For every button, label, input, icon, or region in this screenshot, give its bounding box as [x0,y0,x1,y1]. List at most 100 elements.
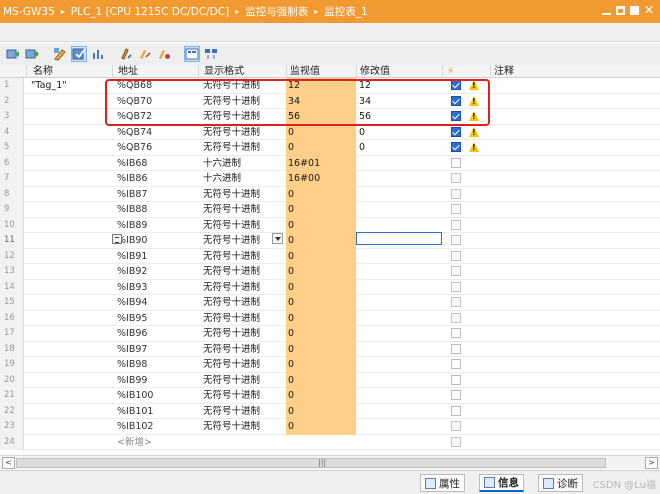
tag-name-cell[interactable] [26,357,110,373]
comment-cell[interactable] [490,404,660,420]
display-format-cell[interactable]: 无符号十进制 [201,218,285,234]
comment-cell[interactable] [490,202,660,218]
modify-value-cell[interactable] [356,218,442,234]
monitor-all-icon[interactable] [5,46,21,62]
table-row[interactable]: 9 %IB88 无符号十进制 0 [0,202,660,218]
display-format-cell[interactable]: 无符号十进制 [201,404,285,420]
modify-value-cell[interactable] [356,249,442,265]
address-cell[interactable]: %IB99 [117,373,198,389]
comment-cell[interactable] [490,249,660,265]
address-cell[interactable]: %IB94 [117,295,198,311]
comment-cell[interactable] [490,140,660,156]
modify-value-cell[interactable] [356,187,442,203]
modify-value-cell[interactable] [356,435,442,451]
table-row[interactable]: 8 %IB87 无符号十进制 0 [0,186,660,203]
display-format-cell[interactable]: 无符号十进制 [201,280,285,296]
table-row[interactable]: 1 "Tag_1" %QB68 无符号十进制 12 12 [0,78,660,94]
tag-name-cell[interactable] [26,419,110,435]
address-cell[interactable]: %IB100 [117,388,198,404]
tag-name-cell[interactable] [26,233,110,249]
display-format-cell[interactable]: 无符号十进制 [201,94,285,110]
display-format-cell[interactable]: 无符号十进制 [201,388,285,404]
modify-value-cell[interactable] [356,232,442,245]
modify-value-cell[interactable] [356,326,442,342]
comment-cell[interactable] [490,326,660,342]
address-cell[interactable]: <新增> [117,435,198,451]
tag-name-cell[interactable] [26,295,110,311]
table-row[interactable]: 18 %IB97 无符号十进制 0 [0,341,660,358]
modify-value-cell[interactable]: 56 [356,109,442,125]
modify-checkbox[interactable] [451,266,461,277]
force-icon[interactable] [156,46,172,62]
comment-cell[interactable] [490,187,660,203]
comment-cell[interactable] [490,388,660,404]
modify-value-cell[interactable]: 0 [356,125,442,141]
display-format-cell[interactable]: 无符号十进制 [201,419,285,435]
modify-checkbox[interactable] [451,281,461,292]
address-cell[interactable]: %IB96 [117,326,198,342]
display-format-cell[interactable]: 无符号十进制 [201,140,285,156]
table-row[interactable]: 15 %IB94 无符号十进制 0 [0,295,660,311]
display-format-cell[interactable]: 无符号十进制 [201,373,285,389]
comment-cell[interactable] [490,357,660,373]
modify-checkbox[interactable] [451,80,461,91]
comment-cell[interactable] [490,342,660,358]
comment-cell[interactable] [490,295,660,311]
modify-value-cell[interactable]: 34 [356,94,442,110]
table-row[interactable]: 20 %IB99 无符号十进制 0 [0,372,660,389]
address-cell[interactable]: %IB89 [117,218,198,234]
display-format-cell[interactable]: 十六进制 [201,171,285,187]
address-cell[interactable]: %IB95 [117,311,198,327]
table-row[interactable]: 11 %IB90 无符号十进制 0 [0,232,660,249]
tag-name-cell[interactable] [26,435,110,451]
display-format-cell[interactable]: 无符号十进制 [201,264,285,280]
row-edit-icon[interactable] [112,234,122,244]
tag-name-cell[interactable] [26,202,110,218]
address-cell[interactable]: %IB90 [117,233,198,249]
address-cell[interactable]: %IB98 [117,357,198,373]
scroll-thumb[interactable] [16,458,606,468]
tag-name-cell[interactable] [26,125,110,141]
display-format-cell[interactable]: 无符号十进制 [201,357,285,373]
tag-name-cell[interactable] [26,342,110,358]
comment-cell[interactable] [490,419,660,435]
scroll-right-button[interactable]: > [645,457,658,469]
table-row[interactable]: 3 %QB72 无符号十进制 56 56 [0,109,660,125]
modify-value-cell[interactable] [356,357,442,373]
tag-name-cell[interactable] [26,249,110,265]
table-row[interactable]: 12 %IB91 无符号十进制 0 [0,248,660,265]
display-format-cell[interactable]: 无符号十进制 [201,125,285,141]
address-cell[interactable]: %IB88 [117,202,198,218]
modify-checkbox[interactable] [451,436,461,447]
comment-cell[interactable] [490,218,660,234]
tag-name-cell[interactable] [26,326,110,342]
address-cell[interactable]: %IB68 [117,156,198,172]
table-row[interactable]: 17 %IB96 无符号十进制 0 [0,326,660,342]
table-row[interactable]: 22 %IB101 无符号十进制 0 [0,403,660,420]
scroll-left-button[interactable]: < [2,457,15,469]
modify-checkbox[interactable] [451,204,461,215]
display-format-cell[interactable]: 无符号十进制 [201,249,285,265]
modify-icon[interactable] [52,46,68,62]
header-monitor-value[interactable]: 监视值 [286,65,356,78]
address-cell[interactable]: %QB70 [117,94,198,110]
address-cell[interactable]: %QB68 [117,78,198,94]
minimize-icon[interactable] [601,12,611,15]
tag-name-cell[interactable] [26,187,110,203]
tag-name-cell[interactable] [26,171,110,187]
breadcrumb-watch-table[interactable]: 监控表_1 [324,4,367,19]
comment-cell[interactable] [490,264,660,280]
modify-value-cell[interactable] [356,156,442,172]
modify-checkbox[interactable] [451,142,461,153]
modify-checkbox[interactable] [451,374,461,385]
table-row[interactable]: 4 %QB74 无符号十进制 0 0 [0,124,660,141]
tag-name-cell[interactable] [26,109,110,125]
modify-value-cell[interactable] [356,373,442,389]
display-mode-icon[interactable] [184,46,200,62]
comment-cell[interactable] [490,156,660,172]
modify-checkbox[interactable] [451,173,461,184]
table-row[interactable]: 7 %IB86 十六进制 16#00 [0,171,660,187]
header-display-format[interactable]: 显示格式 [198,65,286,78]
modify-value-cell[interactable] [356,202,442,218]
comment-cell[interactable] [490,78,660,94]
